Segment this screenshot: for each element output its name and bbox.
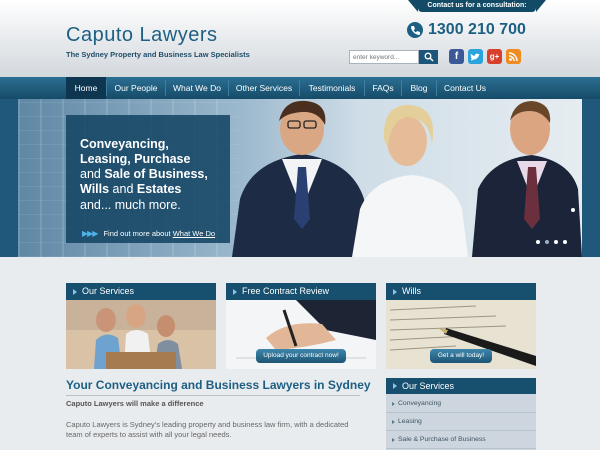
heading-divider (66, 395, 360, 396)
nav-item-blog[interactable]: Blog (402, 77, 436, 99)
panel-title: Free Contract Review (226, 283, 376, 300)
sidebar-item-conveyancing[interactable]: Conveyancing (386, 395, 536, 413)
nav-item-what-we-do[interactable]: What We Do (166, 77, 228, 99)
site-logo[interactable]: Caputo Lawyers (66, 24, 218, 47)
slider-dot[interactable] (554, 240, 558, 244)
hero-people-photo (232, 100, 582, 257)
upload-contract-button[interactable]: Upload your contract now! (256, 349, 346, 363)
facebook-icon[interactable]: f (449, 49, 464, 64)
search-button[interactable] (419, 50, 438, 64)
arrows-icon: ▶▶▶ (82, 229, 99, 238)
panel-our-services[interactable]: Our Services (66, 283, 216, 369)
nav-item-faqs[interactable]: FAQs (365, 77, 401, 99)
main-heading: Your Conveyancing and Business Lawyers i… (66, 378, 371, 392)
get-a-will-button[interactable]: Get a will today! (430, 349, 492, 363)
sidebar-item-sale-purchase-business[interactable]: Sale & Purchase of Business (386, 431, 536, 449)
hero-line-1: Conveyancing, (80, 137, 169, 151)
phone-icon (407, 22, 423, 38)
nav-item-contact-us[interactable]: Contact Us (437, 77, 493, 99)
panel-title: Wills (386, 283, 536, 300)
sidebar-title: Our Services (386, 378, 536, 394)
panel-wills[interactable]: Wills Get a will today! (386, 283, 536, 369)
rss-icon[interactable] (506, 49, 521, 64)
slider-indicator (571, 208, 575, 212)
main-nav: Home Our People What We Do Other Service… (0, 77, 600, 99)
consultation-tab[interactable]: Contact us for a consultation: (408, 0, 546, 12)
site-header: Contact us for a consultation: Caputo La… (0, 0, 600, 77)
search-input[interactable] (349, 50, 419, 64)
hero-frame-left (0, 99, 18, 257)
hero-frame-right (582, 99, 600, 257)
sidebar-our-services: Our Services Conveyancing Leasing Sale &… (386, 378, 536, 450)
hero-link-prefix: Find out more about (103, 229, 173, 238)
site-tagline: The Sydney Property and Business Law Spe… (66, 50, 250, 59)
slider-dot[interactable] (563, 240, 567, 244)
slider-dot[interactable] (536, 240, 540, 244)
twitter-icon[interactable] (468, 49, 483, 64)
hero-link[interactable]: ▶▶▶ Find out more about What We Do (82, 229, 215, 238)
panel-title: Our Services (66, 283, 216, 300)
hero-link-what-we-do[interactable]: What We Do (173, 229, 215, 238)
panel-free-contract-review[interactable]: Free Contract Review Upload your contrac… (226, 283, 376, 369)
hero-line-3: and Sale of Business, (80, 167, 208, 181)
nav-item-home[interactable]: Home (66, 77, 106, 99)
phone-number[interactable]: 1300 210 700 (428, 21, 526, 39)
slider-dot[interactable] (545, 240, 549, 244)
hero-line-4: Wills and Estates (80, 182, 182, 196)
family-photo (66, 300, 216, 369)
nav-item-other-services[interactable]: Other Services (229, 77, 299, 99)
google-plus-icon[interactable]: g+ (487, 49, 502, 64)
sidebar-item-leasing[interactable]: Leasing (386, 413, 536, 431)
search-icon (424, 52, 434, 62)
main-subheading: Caputo Lawyers will make a difference (66, 399, 204, 408)
nav-item-testimonials[interactable]: Testimonials (300, 77, 364, 99)
hero-line-2: Leasing, Purchase (80, 152, 191, 166)
main-body-text: Caputo Lawyers is Sydney's leading prope… (66, 420, 349, 439)
nav-item-our-people[interactable]: Our People (107, 77, 165, 99)
hero-line-5: and... much more. (80, 198, 181, 212)
